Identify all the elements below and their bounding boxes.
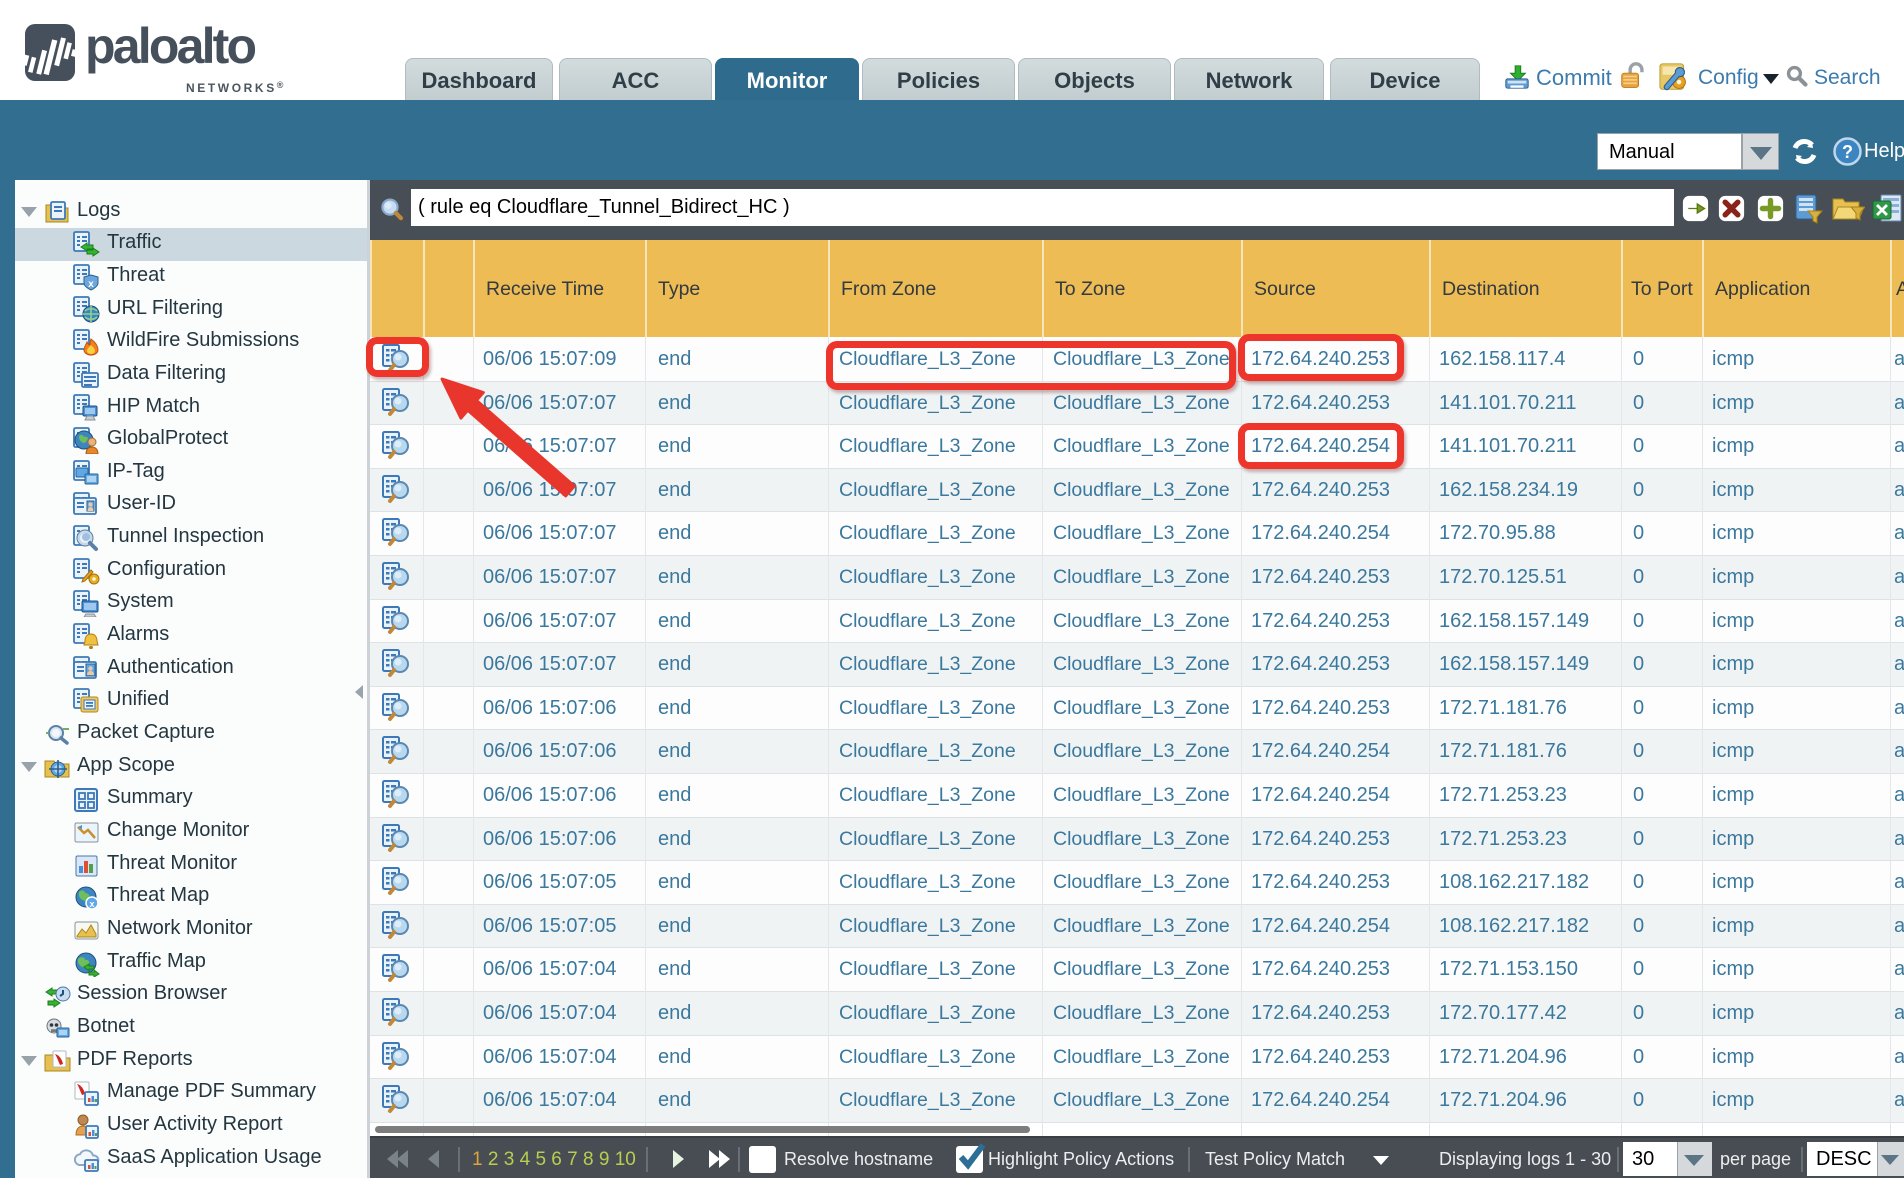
svg-text:x: x: [88, 279, 94, 290]
svg-text:?: ?: [1842, 142, 1853, 162]
svg-text:x: x: [89, 899, 94, 909]
